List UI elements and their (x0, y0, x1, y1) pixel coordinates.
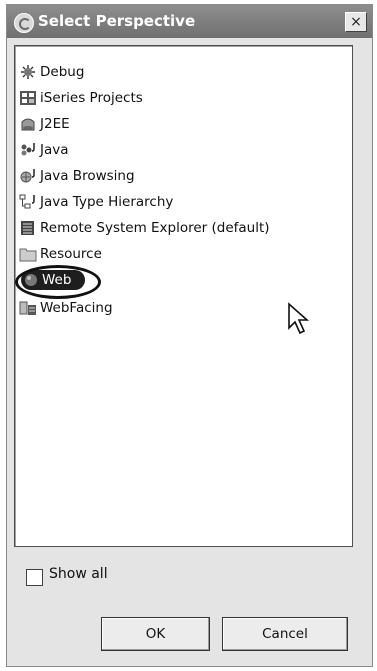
show-all-checkbox[interactable] (26, 569, 43, 586)
close-button[interactable]: × (345, 12, 367, 32)
mouse-pointer-icon (288, 302, 310, 335)
list-item-web[interactable]: Web (15, 265, 339, 299)
show-all-label: Show all (49, 566, 108, 582)
iseries-projects-icon (20, 91, 36, 105)
list-item-java-browsing[interactable]: Java Browsing (19, 165, 339, 187)
debug-icon (21, 65, 35, 79)
cancel-button[interactable]: Cancel (222, 617, 348, 651)
list-item-label: Debug (40, 64, 85, 80)
webfacing-icon (19, 301, 36, 315)
java-browsing-icon (20, 169, 35, 183)
list-item-java-type-hierarchy[interactable]: Java Type Hierarchy (19, 191, 339, 213)
list-item-debug[interactable]: Debug (19, 61, 339, 83)
list-item-label: Java Type Hierarchy (40, 194, 174, 210)
highlight-circle (15, 265, 101, 299)
list-item-label: iSeries Projects (40, 90, 143, 106)
j2ee-icon (21, 118, 35, 131)
list-item-label: Resource (40, 246, 102, 262)
list-item-label: Java (40, 142, 69, 158)
list-item-resource[interactable]: Resource (19, 243, 339, 265)
title-bar[interactable]: Select Perspective × (7, 5, 372, 38)
perspective-list[interactable]: Debug iSeries Projects J2EE Java Java Br… (14, 45, 353, 547)
list-item-j2ee[interactable]: J2EE (19, 113, 339, 135)
resource-icon (19, 248, 37, 262)
list-item-remote-system-explorer[interactable]: Remote System Explorer (default) (19, 217, 339, 239)
ok-button[interactable]: OK (101, 617, 210, 651)
list-item-java[interactable]: Java (19, 139, 339, 161)
remote-system-explorer-icon (21, 221, 34, 235)
perspective-icon (14, 13, 34, 33)
list-item-label: Remote System Explorer (default) (40, 220, 270, 236)
java-type-hierarchy-icon (19, 194, 35, 209)
list-item-label: WebFacing (40, 300, 113, 316)
dialog-title: Select Perspective (38, 12, 196, 30)
list-item-iseries-projects[interactable]: iSeries Projects (19, 87, 339, 109)
java-icon (21, 143, 35, 156)
list-item-label: J2EE (40, 116, 70, 132)
list-item-label: Java Browsing (40, 168, 135, 184)
